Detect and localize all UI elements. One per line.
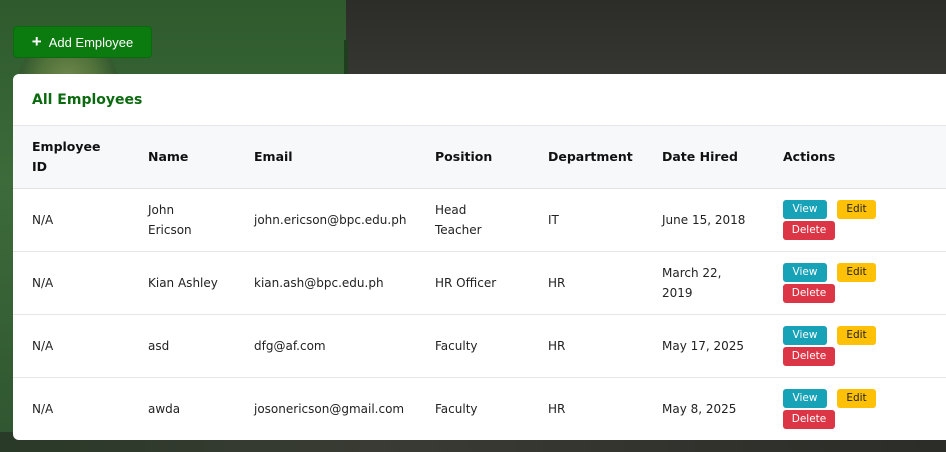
header-date-hired: Date Hired (643, 126, 764, 189)
cell-date-hired: June 15, 2018 (643, 188, 764, 252)
header-actions: Actions (764, 126, 946, 189)
cell-date-hired: May 8, 2025 (662, 401, 737, 416)
table-header-row: Employee ID Name Email Position Departme… (13, 126, 946, 189)
table-body: N/A John Ericson john.ericson@bpc.edu.ph Hea… (13, 188, 946, 440)
header-name: Name (129, 126, 235, 189)
cell-email: dfg@af.com (235, 314, 416, 378)
table-row: N/A awda josonericson@gmail.com Faculty HR Ma… (13, 377, 946, 440)
employees-card: All Employees Employee ID Name Email Pos… (13, 74, 946, 440)
edit-button[interactable]: Edit (837, 199, 876, 219)
table-row: N/A Kian Ashley kian.ash@bpc.edu.ph HR Offi… (13, 251, 946, 315)
cell-actions: View Edit Delete (764, 251, 946, 315)
table-row: N/A asd dfg@af.com Faculty HR May 17, 2025 Vie… (13, 314, 946, 378)
cell-name: asd (129, 314, 235, 378)
cell-date-hired: May 17, 2025 (643, 314, 764, 378)
cell-actions: View Edit Delete (764, 314, 946, 378)
row-actions: View Edit Delete (783, 388, 903, 429)
cell-department: HR (529, 314, 643, 378)
header-department: Department (529, 126, 643, 189)
add-employee-label: Add Employee (48, 34, 134, 50)
cell-name: Kian Ashley (129, 251, 235, 315)
cell-department: IT (529, 188, 643, 252)
table-row: N/A John Ericson john.ericson@bpc.edu.ph Hea… (13, 188, 946, 252)
card-title: All Employees (13, 74, 946, 126)
cell-date-hired: March 22, 2019 (643, 251, 764, 315)
employees-table: Employee ID Name Email Position Departme… (13, 126, 946, 440)
header-email: Email (235, 126, 416, 189)
cell-department: HR (529, 251, 643, 315)
view-button[interactable]: View (783, 388, 827, 408)
cell-position: Faculty (435, 401, 478, 416)
view-button[interactable]: View (783, 325, 827, 345)
header-employee-id: Employee ID (13, 126, 129, 189)
cell-actions: View Edit Delete (764, 188, 946, 252)
cell-name: John Ericson (129, 188, 235, 252)
view-button[interactable]: View (783, 262, 827, 282)
edit-button[interactable]: Edit (837, 325, 876, 345)
cell-actions: View Edit Delete (764, 377, 946, 440)
cell-employee-id: N/A (13, 188, 129, 252)
delete-button[interactable]: Delete (783, 346, 835, 366)
cell-email: kian.ash@bpc.edu.ph (235, 251, 416, 315)
delete-button[interactable]: Delete (783, 409, 835, 429)
cell-email: josonericson@gmail.com (254, 401, 405, 416)
delete-button[interactable]: Delete (783, 220, 835, 240)
header-position: Position (416, 126, 529, 189)
row-actions: View Edit Delete (783, 262, 903, 303)
cell-employee-id: N/A (32, 401, 54, 416)
add-employee-button[interactable]: + Add Employee (13, 26, 152, 58)
cell-department: HR (548, 401, 566, 416)
plus-icon: + (31, 32, 42, 51)
cell-employee-id: N/A (13, 251, 129, 315)
row-actions: View Edit Delete (783, 199, 903, 240)
view-button[interactable]: View (783, 199, 827, 219)
cell-position: HR Officer (416, 251, 529, 315)
delete-button[interactable]: Delete (783, 283, 835, 303)
row-actions: View Edit Delete (783, 325, 903, 366)
cell-name: awda (148, 401, 181, 416)
edit-button[interactable]: Edit (837, 262, 876, 282)
cell-position: Head Teacher (416, 188, 529, 252)
edit-button[interactable]: Edit (837, 388, 876, 408)
cell-employee-id: N/A (13, 314, 129, 378)
cell-email: john.ericson@bpc.edu.ph (235, 188, 416, 252)
cell-position: Faculty (416, 314, 529, 378)
